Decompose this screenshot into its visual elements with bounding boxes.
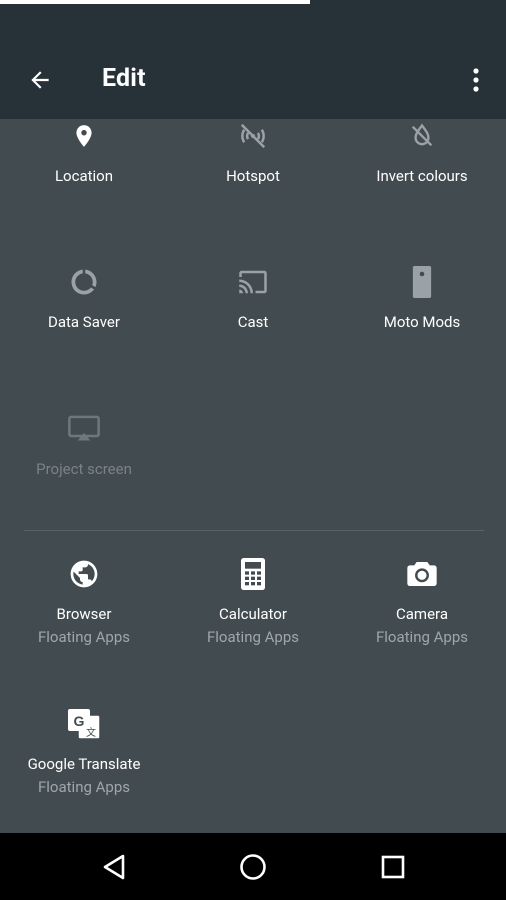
- tile-source: Floating Apps: [37, 628, 130, 646]
- nav-back-button[interactable]: [94, 847, 134, 887]
- section-divider: [24, 530, 484, 531]
- tile-invert-colours[interactable]: Invert colours: [338, 119, 506, 185]
- arrow-left-icon: [31, 71, 49, 89]
- svg-text:G: G: [74, 713, 85, 729]
- tile-cast[interactable]: Cast: [169, 265, 337, 331]
- tile-browser[interactable]: Browser Floating Apps: [0, 557, 168, 646]
- tile-location[interactable]: Location: [0, 119, 168, 185]
- status-bar: [0, 0, 506, 30]
- data-saver-icon: [71, 269, 97, 295]
- tile-label: Cast: [237, 313, 269, 331]
- globe-icon: [70, 560, 98, 588]
- tile-label: Invert colours: [376, 167, 468, 185]
- project-screen-icon: [68, 415, 100, 441]
- tile-project-screen[interactable]: Project screen: [0, 412, 168, 478]
- camera-icon: [407, 562, 437, 586]
- invert-colours-off-icon: [411, 123, 433, 147]
- tile-moto-mods[interactable]: Moto Mods: [338, 265, 506, 331]
- tile-label: Calculator: [219, 605, 287, 623]
- app-bar: Edit: [0, 30, 506, 119]
- triangle-back-icon: [103, 854, 125, 880]
- nav-home-button[interactable]: [233, 847, 273, 887]
- nav-recents-button[interactable]: [373, 847, 413, 887]
- more-vert-icon: [473, 68, 479, 92]
- tile-label: Data Saver: [48, 313, 120, 331]
- system-navigation-bar: [0, 833, 506, 900]
- square-recents-icon: [381, 855, 405, 879]
- translate-icon: G 文: [68, 709, 101, 740]
- page-title: Edit: [102, 64, 146, 93]
- tile-label: Browser: [56, 605, 112, 623]
- tile-source: Floating Apps: [206, 628, 299, 646]
- calculator-icon: [241, 558, 265, 590]
- more-options-button[interactable]: [462, 64, 490, 96]
- tile-label: Project screen: [36, 460, 132, 478]
- tile-label: Google Translate: [27, 755, 141, 773]
- tile-label: Moto Mods: [383, 313, 461, 331]
- tile-google-translate[interactable]: G 文 Google Translate Floating Apps: [0, 707, 168, 796]
- svg-text:文: 文: [86, 726, 96, 739]
- circle-home-icon: [240, 854, 266, 880]
- back-button[interactable]: [22, 62, 58, 98]
- tile-label: Hotspot: [226, 167, 280, 185]
- tile-hotspot[interactable]: Hotspot: [169, 119, 337, 185]
- hotspot-off-icon: [240, 123, 266, 149]
- status-bar-strip: [0, 0, 310, 4]
- location-pin-icon: [76, 125, 92, 147]
- tile-label: Camera: [396, 605, 448, 623]
- cast-icon: [239, 270, 267, 294]
- tile-calculator[interactable]: Calculator Floating Apps: [169, 557, 337, 646]
- tile-label: Location: [54, 167, 114, 185]
- tile-source: Floating Apps: [37, 778, 130, 796]
- quick-settings-editor: Location Hotspot Invert colours Data Sav…: [0, 119, 506, 833]
- tile-data-saver[interactable]: Data Saver: [0, 265, 168, 331]
- tile-camera[interactable]: Camera Floating Apps: [338, 557, 506, 646]
- moto-mods-icon: [412, 266, 432, 298]
- tile-source: Floating Apps: [375, 628, 468, 646]
